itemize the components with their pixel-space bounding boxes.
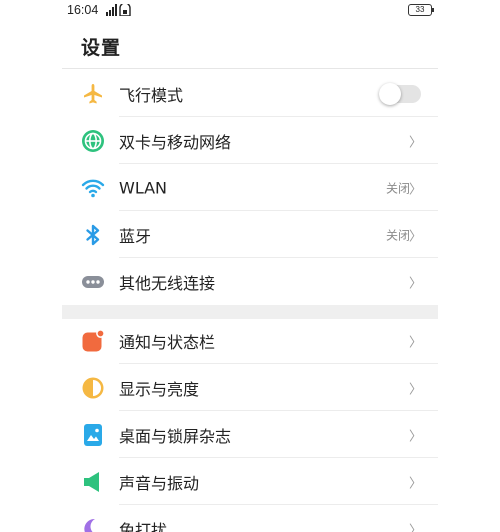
battery-indicator: 33 [408, 4, 434, 16]
personalization-group: 通知与状态栏 〉 显示与亮度 〉 桌面与锁屏杂志 〉 声音与振动 〉 免打扰 〉 [62, 317, 438, 532]
setting-display-brightness[interactable]: 显示与亮度 〉 [62, 364, 438, 411]
airplane-mode-toggle[interactable] [379, 82, 421, 105]
setting-label: 飞行模式 [119, 85, 184, 105]
chevron-right-icon: 〉 [408, 182, 422, 197]
airplane-icon [81, 82, 105, 106]
sim-card-icon [81, 129, 105, 153]
setting-label: 蓝牙 [119, 226, 152, 246]
more-connections-icon [81, 270, 105, 294]
setting-desktop-lockscreen[interactable]: 桌面与锁屏杂志 〉 [62, 411, 438, 458]
status-time: 16:04 [67, 3, 99, 17]
setting-bluetooth[interactable]: 蓝牙 关闭 〉 [62, 211, 438, 258]
setting-label: 双卡与移动网络 [119, 132, 232, 152]
setting-value: 关闭 [385, 181, 410, 195]
setting-value: 关闭 [385, 228, 410, 242]
setting-notifications[interactable]: 通知与状态栏 〉 [62, 317, 438, 364]
title-divider [62, 68, 438, 69]
setting-other-wireless[interactable]: 其他无线连接 〉 [62, 258, 438, 305]
setting-label: 桌面与锁屏杂志 [119, 426, 232, 446]
status-bar: 16:04 33 [62, 0, 438, 20]
speaker-icon [81, 470, 105, 494]
chevron-right-icon: 〉 [408, 523, 422, 532]
setting-label: 通知与状态栏 [119, 332, 216, 352]
bluetooth-icon [81, 223, 105, 247]
setting-dual-sim[interactable]: 双卡与移动网络 〉 [62, 117, 438, 164]
setting-label: 免打扰 [119, 520, 168, 532]
settings-screen: 16:04 33 设置 飞行模式 双卡与移动网络 〉 WLAN 关闭 〉 蓝牙 … [62, 0, 438, 532]
setting-do-not-disturb[interactable]: 免打扰 〉 [62, 505, 438, 532]
setting-label: WLAN [119, 178, 168, 197]
setting-label: 声音与振动 [119, 473, 200, 493]
wallpaper-icon [81, 423, 105, 447]
chevron-right-icon: 〉 [408, 476, 422, 491]
toggle-knob [379, 82, 401, 105]
setting-wlan[interactable]: WLAN 关闭 〉 [62, 164, 438, 211]
chevron-right-icon: 〉 [408, 429, 422, 444]
setting-airplane-mode[interactable]: 飞行模式 [62, 70, 438, 117]
setting-sound-vibration[interactable]: 声音与振动 〉 [62, 458, 438, 505]
chevron-right-icon: 〉 [408, 135, 422, 150]
chevron-right-icon: 〉 [408, 276, 422, 291]
brightness-icon [81, 376, 105, 400]
notification-icon [81, 328, 105, 353]
signal-icon [106, 4, 131, 16]
moon-icon [81, 517, 105, 532]
chevron-right-icon: 〉 [408, 382, 422, 397]
chevron-right-icon: 〉 [408, 229, 422, 244]
connectivity-group: 飞行模式 双卡与移动网络 〉 WLAN 关闭 〉 蓝牙 关闭 〉 其他无线连接 … [62, 70, 438, 305]
setting-label: 显示与亮度 [119, 379, 200, 399]
setting-label: 其他无线连接 [119, 273, 216, 293]
chevron-right-icon: 〉 [408, 335, 422, 350]
page-title: 设置 [81, 37, 122, 59]
wifi-icon [81, 176, 105, 200]
